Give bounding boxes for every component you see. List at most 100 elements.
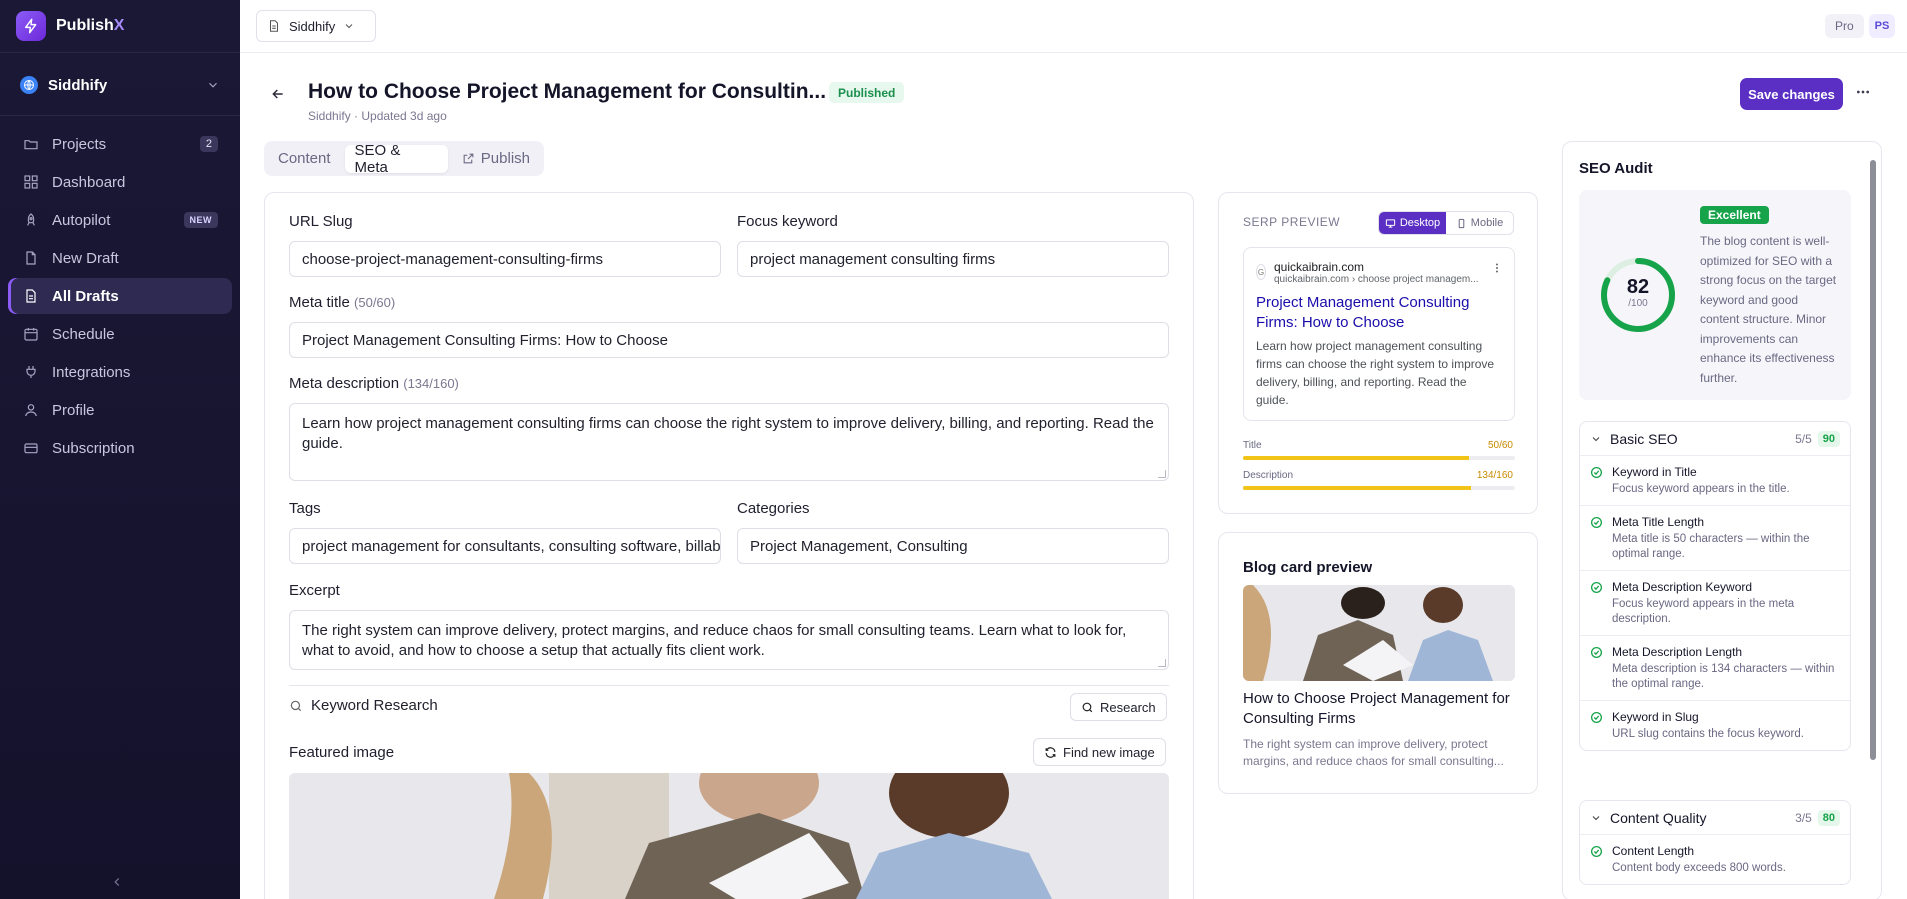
- tab-label: Publish: [480, 150, 530, 167]
- chevron-down-icon: [206, 78, 220, 92]
- categories-input[interactable]: Project Management, Consulting: [737, 528, 1169, 564]
- serp-path: quickaibrain.com › choose project manage…: [1274, 274, 1479, 285]
- check-description: URL slug contains the focus keyword.: [1612, 728, 1804, 740]
- plan-chip[interactable]: Pro: [1825, 14, 1864, 38]
- featured-image[interactable]: [289, 773, 1169, 899]
- sidebar-item-dashboard[interactable]: Dashboard: [8, 164, 232, 200]
- plug-icon: [22, 363, 40, 381]
- resize-grip-icon[interactable]: [1158, 470, 1166, 478]
- sidebar-item-subscription[interactable]: Subscription: [8, 430, 232, 466]
- meta-description-count: (134/160): [403, 376, 459, 391]
- sidebar: PublishX Siddhify Projects 2 Dashboard A…: [0, 0, 240, 899]
- project-selector[interactable]: Siddhify: [256, 10, 376, 42]
- sidebar-item-new-draft[interactable]: New Draft: [8, 240, 232, 276]
- keyword-research-row[interactable]: Keyword Research: [289, 685, 1169, 725]
- save-changes-button[interactable]: Save changes: [1740, 78, 1843, 110]
- meta-title-input[interactable]: Project Management Consulting Firms: How…: [289, 322, 1169, 358]
- user-icon: [22, 401, 40, 419]
- scrollbar[interactable]: [1870, 160, 1876, 760]
- globe-icon: [20, 76, 38, 94]
- count-badge: 2: [199, 136, 218, 152]
- desktop-toggle-label: Desktop: [1399, 217, 1441, 229]
- serp-description: Learn how project management consulting …: [1256, 339, 1495, 407]
- search-icon: [1081, 701, 1094, 714]
- audit-section-content-quality: Content Quality 3/5 80 Content Length Con…: [1579, 800, 1851, 885]
- back-arrow-icon[interactable]: [270, 86, 286, 102]
- sidebar-item-autopilot[interactable]: Autopilot NEW: [8, 202, 232, 238]
- tab-seo-meta[interactable]: SEO & Meta: [344, 141, 448, 176]
- sidebar-item-projects[interactable]: Projects 2: [8, 126, 232, 162]
- more-options-icon[interactable]: [1855, 84, 1871, 100]
- score-max: /100: [1628, 298, 1648, 309]
- project-selector-label: Siddhify: [289, 18, 336, 34]
- section-header[interactable]: Basic SEO 5/5 90: [1580, 422, 1850, 456]
- tab-publish[interactable]: Publish: [452, 145, 540, 173]
- kebab-menu-icon[interactable]: [1492, 262, 1502, 274]
- sidebar-item-all-drafts[interactable]: All Drafts: [8, 278, 232, 314]
- brand-name: PublishX: [56, 17, 125, 34]
- tab-label: SEO & Meta: [354, 141, 401, 176]
- check-title: Meta Description Length: [1612, 645, 1743, 659]
- check-description: Meta description is 134 characters — wit…: [1612, 663, 1835, 690]
- external-link-icon: [462, 152, 475, 165]
- description-meter-value: 134/160: [1476, 470, 1513, 481]
- sidebar-item-label: Profile: [52, 401, 95, 419]
- focus-keyword-input[interactable]: project management consulting firms: [737, 241, 1169, 277]
- document-list-icon: [22, 287, 40, 305]
- document-icon: [267, 19, 281, 33]
- section-fraction: 3/5: [1795, 810, 1812, 825]
- desktop-toggle[interactable]: Desktop: [1379, 212, 1446, 234]
- new-badge: NEW: [183, 212, 218, 228]
- tags-label: Tags: [289, 500, 321, 517]
- audit-check: Keyword in Title Focus keyword appears in…: [1580, 456, 1850, 506]
- serp-preview-card: SERP PREVIEW Desktop Mobile G quickaibra…: [1218, 192, 1538, 514]
- sidebar-item-label: Schedule: [52, 325, 115, 343]
- refresh-icon: [1044, 746, 1057, 759]
- resize-grip-icon[interactable]: [1158, 659, 1166, 667]
- seo-audit-title: SEO Audit: [1579, 160, 1653, 177]
- section-header[interactable]: Content Quality 3/5 80: [1580, 801, 1850, 835]
- collapse-sidebar-icon[interactable]: [110, 875, 124, 889]
- folder-icon: [22, 135, 40, 153]
- audit-check: Content Length Content body exceeds 800 w…: [1580, 835, 1850, 884]
- sidebar-item-profile[interactable]: Profile: [8, 392, 232, 428]
- sidebar-item-schedule[interactable]: Schedule: [8, 316, 232, 352]
- check-circle-icon: [1590, 845, 1604, 876]
- sidebar-nav: Projects 2 Dashboard Autopilot NEW New D…: [0, 126, 240, 466]
- calendar-icon: [22, 325, 40, 343]
- brand-logo-icon[interactable]: [16, 11, 46, 41]
- tags-input[interactable]: project management for consultants, cons…: [289, 528, 721, 564]
- excerpt-textarea[interactable]: The right system can improve delivery, p…: [289, 610, 1169, 670]
- research-button-label: Research: [1100, 699, 1156, 715]
- avatar[interactable]: PS: [1869, 14, 1895, 38]
- page-title: How to Choose Project Management for Con…: [308, 80, 827, 103]
- meta-description-textarea[interactable]: Learn how project management consulting …: [289, 403, 1169, 481]
- sidebar-item-integrations[interactable]: Integrations: [8, 354, 232, 390]
- workspace-switcher[interactable]: Siddhify: [10, 67, 230, 103]
- tab-content[interactable]: Content: [268, 145, 341, 173]
- score-summary: The blog content is well-optimized for S…: [1700, 234, 1837, 385]
- meta-title-count: (50/60): [354, 295, 396, 310]
- chevron-down-icon: [343, 20, 355, 32]
- score-card: 82 /100 Excellent The blog content is we…: [1579, 190, 1851, 400]
- sidebar-item-label: Projects: [52, 135, 107, 153]
- research-button[interactable]: Research: [1070, 693, 1167, 721]
- url-slug-input[interactable]: choose-project-management-consulting-fir…: [289, 241, 721, 277]
- section-score: 90: [1817, 430, 1840, 447]
- editor-tabs: Content SEO & Meta Publish: [264, 141, 544, 176]
- serp-title[interactable]: Project Management Consulting Firms: How…: [1256, 293, 1502, 333]
- favicon-icon: G: [1256, 264, 1266, 280]
- check-title: Keyword in Title: [1612, 465, 1697, 479]
- sidebar-item-label: Autopilot: [52, 211, 111, 229]
- title-meter-value: 50/60: [1487, 440, 1513, 451]
- check-description: Focus keyword appears in the meta descri…: [1612, 598, 1795, 625]
- check-circle-icon: [1590, 646, 1604, 692]
- find-new-image-button[interactable]: Find new image: [1033, 738, 1166, 766]
- serp-result: G quickaibrain.com quickaibrain.com › ch…: [1243, 247, 1515, 421]
- topbar: Siddhify Pro PS: [240, 0, 1907, 53]
- draft-meta: Siddhify · Updated 3d ago: [308, 109, 447, 123]
- mobile-toggle[interactable]: Mobile: [1446, 212, 1513, 234]
- title-length-meter: [1243, 456, 1515, 460]
- section-title: Basic SEO: [1610, 430, 1678, 447]
- check-description: Content body exceeds 800 words.: [1612, 862, 1786, 874]
